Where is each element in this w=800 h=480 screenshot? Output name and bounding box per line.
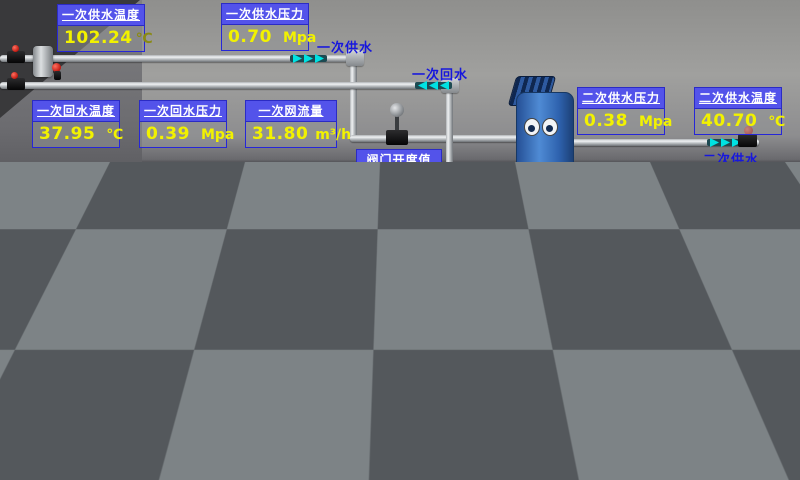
- tank-porthole: [22, 381, 80, 437]
- gauge-primary-flow: 一次网流量 31.80m³/h: [245, 100, 337, 148]
- tank-leg: [112, 462, 122, 477]
- pump-indicator-window: [253, 333, 264, 355]
- gauge-primary-supply-pressure: 一次供水压力 0.70Mpa: [221, 3, 309, 51]
- gauge-unit: Hz: [347, 401, 367, 417]
- gauge-value: 37.95: [39, 125, 95, 144]
- tank-front-face: [10, 352, 146, 465]
- flow-label-secondary-return: 二次回水: [715, 308, 771, 327]
- flow-label-primary-return: 一次回水: [412, 64, 468, 83]
- gauge-value: 1.10: [41, 322, 85, 341]
- gauge-title: 阀门开度值: [356, 149, 442, 171]
- makeup-discharge-pipe: [330, 388, 604, 394]
- gauge-title: 二次供水温度: [694, 87, 782, 109]
- heat-exchanger-port-icon: [542, 118, 558, 136]
- gauge-title: 水箱液位高度: [34, 297, 126, 319]
- pump-flanges: [478, 238, 546, 248]
- flow-label-makeup-water: 补水: [581, 400, 609, 419]
- gauge-title: 一次回水压力: [139, 100, 227, 122]
- gauge-unit: ℃: [768, 114, 785, 130]
- gauge-value: 31.80: [252, 125, 308, 144]
- pump-indicator-window: [245, 395, 256, 417]
- gauge-secondary-return-temp: 二次回水温度 36.63 ℃: [694, 246, 782, 294]
- gauge-value: 40.70: [701, 112, 757, 131]
- gauge-primary-supply-temp: 一次供水温度 102.24℃: [57, 4, 145, 52]
- gauge-title: 一次网流量: [245, 100, 337, 122]
- drain-valve[interactable]: [54, 71, 61, 80]
- gauge-value: 0.70: [228, 28, 272, 47]
- gauge-title: 补水泵频率: [277, 374, 369, 396]
- tank-ladder: [128, 302, 152, 414]
- control-valve-knob[interactable]: [390, 103, 404, 117]
- circulation-pump-1[interactable]: [406, 198, 474, 294]
- pump-discharge-manifold: [418, 272, 558, 279]
- gauge-value: 102.24: [64, 29, 133, 48]
- gauge-makeup-pump-frequency: 补水泵频率 33.88 Hz: [277, 374, 369, 422]
- gauge-valve-opening: 阀门开度值 5.92%: [356, 149, 442, 197]
- pump-flanges: [406, 246, 474, 256]
- gauge-value: 0.39: [146, 125, 190, 144]
- gauge-primary-return-pressure: 一次回水压力 0.39Mpa: [139, 100, 227, 148]
- loop-corner: [190, 421, 202, 433]
- gauge-unit: m³: [96, 324, 117, 340]
- gauge-value: 0.27: [584, 271, 628, 290]
- gauge-unit: Mpa: [283, 30, 316, 46]
- pump-indicator-window: [506, 203, 519, 228]
- gauge-unit: ℃: [106, 127, 123, 143]
- flow-arrows-tank-fill: [525, 329, 545, 338]
- strainer-filter: [33, 46, 53, 77]
- makeup-pump-2[interactable]: [221, 384, 279, 467]
- gauge-secondary-return-pressure: 二次回水压力 0.27Mpa: [577, 246, 665, 294]
- flow-label-secondary-supply: 二次供水: [703, 149, 759, 168]
- gauge-secondary-supply-pressure: 二次供水压力 0.38Mpa: [577, 87, 665, 135]
- water-tank: [0, 250, 190, 480]
- pump-base: [221, 444, 279, 466]
- pump-indicator-window: [434, 211, 447, 236]
- gauge-tank-level: 水箱液位高度 1.10 m³: [34, 297, 126, 345]
- loop-corner: [190, 359, 202, 371]
- gauge-secondary-supply-temp: 二次供水温度 40.70 ℃: [694, 87, 782, 135]
- gauge-unit: ℃: [768, 273, 785, 289]
- flow-label-primary-supply: 一次供水: [317, 37, 373, 56]
- heat-exchanger-port-icon: [524, 118, 540, 136]
- gauge-title: 二次回水温度: [694, 246, 782, 268]
- heat-exchanger-bottom-port: [543, 184, 564, 205]
- hmi-heating-station-screen: 一次供水 一次回水 二次供水 二次回水 补水 一次供水温度 102.24℃ 一次…: [0, 0, 800, 480]
- gauge-title: 二次供水压力: [577, 87, 665, 109]
- gauge-unit: %: [418, 176, 432, 192]
- flow-arrows-makeup: [582, 387, 602, 396]
- gauge-title: 一次回水温度: [32, 100, 120, 122]
- tank-fill-pipe: [150, 330, 548, 336]
- tank-leg: [146, 456, 154, 471]
- pump-flanges: [229, 363, 287, 372]
- supply-inlet-valve[interactable]: [7, 51, 25, 63]
- supply-inlet-valve-handle[interactable]: [12, 45, 19, 52]
- tank-leg: [64, 464, 74, 479]
- return-outlet-valve-handle[interactable]: [11, 72, 18, 79]
- gauge-unit: Mpa: [639, 273, 672, 289]
- loop-corner: [322, 421, 334, 433]
- pump-flanges: [221, 425, 279, 434]
- gauge-value: 5.92: [363, 174, 407, 193]
- primary-return-pipe: [0, 82, 448, 89]
- gauge-unit: Mpa: [201, 127, 234, 143]
- gauge-value: 36.63: [701, 271, 757, 290]
- gauge-primary-return-temp: 一次回水温度 37.95 ℃: [32, 100, 120, 148]
- secondary-supply-valve[interactable]: [738, 134, 757, 147]
- control-valve[interactable]: [386, 130, 408, 145]
- tank-leg: [16, 464, 26, 479]
- secondary-return-mid-valve[interactable]: [539, 291, 552, 300]
- gauge-title: 一次供水压力: [221, 3, 309, 25]
- flow-arrows-secondary-supply: [710, 138, 741, 147]
- gauge-unit: m³/h: [315, 127, 351, 143]
- gauge-title: 一次供水温度: [57, 4, 145, 26]
- gauge-title: 二次回水压力: [577, 246, 665, 268]
- gauge-value: 33.88: [284, 399, 340, 418]
- gauge-unit: Mpa: [639, 114, 672, 130]
- loop-corner: [322, 359, 334, 371]
- return-outlet-valve[interactable]: [7, 78, 25, 90]
- gauge-value: 0.38: [584, 112, 628, 131]
- gauge-unit: ℃: [136, 31, 153, 47]
